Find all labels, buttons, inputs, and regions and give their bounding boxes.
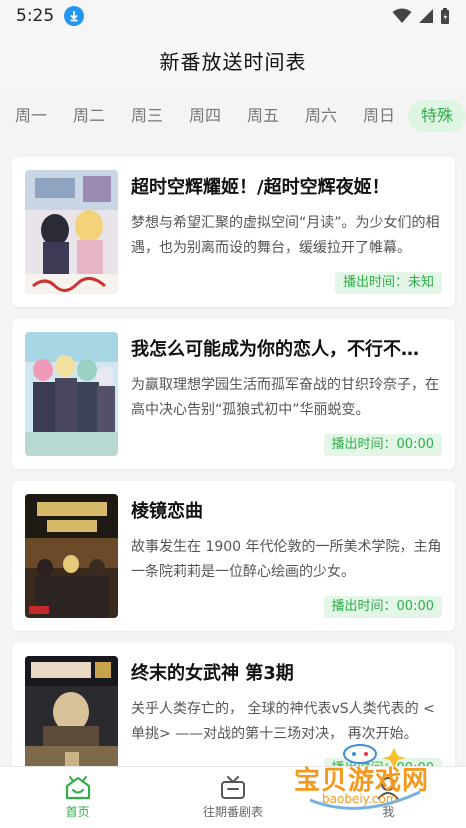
tab-friday[interactable]: 周五	[234, 100, 292, 132]
tv-icon	[220, 776, 245, 799]
battery-icon	[441, 8, 449, 24]
air-time-badge: 播出时间：未知	[334, 272, 442, 294]
nav-past-schedule[interactable]: 往期番剧表	[155, 767, 310, 828]
tab-tuesday[interactable]: 周二	[60, 100, 118, 132]
anime-cover-image	[25, 332, 118, 456]
nav-home-label: 首页	[65, 805, 90, 819]
wifi-icon	[392, 8, 412, 23]
tab-saturday[interactable]: 周六	[292, 100, 350, 132]
page-title: 新番放送时间表	[159, 49, 307, 74]
anime-cover-image	[25, 494, 118, 618]
watermark-url: baobeiy.com	[322, 792, 398, 806]
anime-list: 超时空辉耀姬！/超时空辉夜姬！ 梦想与希望汇聚的虚拟空间“月读”。为少女们的相遇…	[12, 157, 455, 805]
tab-special[interactable]: 特殊	[408, 100, 466, 132]
anime-card[interactable]: 棱镜恋曲 故事发生在 1900 年代伦敦的一所美术学院，主角一条院莉莉是一位醉心…	[12, 481, 455, 631]
anime-cover-image	[25, 656, 118, 780]
air-time-badge: 播出时间：00:00	[323, 434, 442, 456]
status-icons	[392, 7, 450, 25]
nav-past-label: 往期番剧表	[202, 805, 263, 819]
anime-title: 我怎么可能成为你的恋人，不行不行！	[131, 339, 436, 360]
anime-cover-image	[25, 170, 118, 294]
cell-signal-icon	[419, 9, 433, 23]
tab-thursday[interactable]: 周四	[176, 100, 234, 132]
weekday-tabs: 周一 周二 周三 周四 周五 周六 周日 特殊	[0, 96, 466, 136]
anime-description: 故事发生在 1900 年代伦敦的一所美术学院，主角一条院莉莉是一位醉心绘画的少女…	[131, 539, 442, 580]
anime-description: 梦想与希望汇聚的虚拟空间“月读”。为少女们的相遇，也为别离而设的舞台，缓缓拉开了…	[131, 215, 440, 256]
anime-card[interactable]: 超时空辉耀姬！/超时空辉夜姬！ 梦想与希望汇聚的虚拟空间“月读”。为少女们的相遇…	[12, 157, 455, 307]
air-time-badge: 播出时间：00:00	[323, 596, 442, 618]
app-bar: 新番放送时间表	[0, 32, 466, 88]
tab-wednesday[interactable]: 周三	[118, 100, 176, 132]
tab-sunday[interactable]: 周日	[350, 100, 408, 132]
nav-home[interactable]: 首页	[0, 767, 155, 828]
home-icon	[65, 776, 90, 800]
tab-monday[interactable]: 周一	[2, 100, 60, 132]
anime-title: 超时空辉耀姬！/超时空辉夜姬！	[131, 177, 390, 198]
anime-description: 关乎人类存亡的， 全球的神代表vS人类代表的 <单挑> ——对战的第十三场对决，…	[131, 701, 435, 742]
anime-title: 终末的女武神 第3期	[131, 663, 294, 684]
anime-card[interactable]: 我怎么可能成为你的恋人，不行不行！ 为赢取理想学园生活而孤军奋战的甘织玲奈子，在…	[12, 319, 455, 469]
watermark: 宝贝游戏网 baobeiy.com	[290, 742, 440, 812]
status-time: 5:25	[16, 6, 55, 26]
anime-title: 棱镜恋曲	[131, 501, 203, 522]
download-icon	[64, 6, 85, 26]
status-bar: 5:25	[0, 0, 466, 32]
anime-description: 为赢取理想学园生活而孤军奋战的甘织玲奈子，在高中决心告别“孤狼式初中”华丽蜕变。	[131, 377, 439, 418]
